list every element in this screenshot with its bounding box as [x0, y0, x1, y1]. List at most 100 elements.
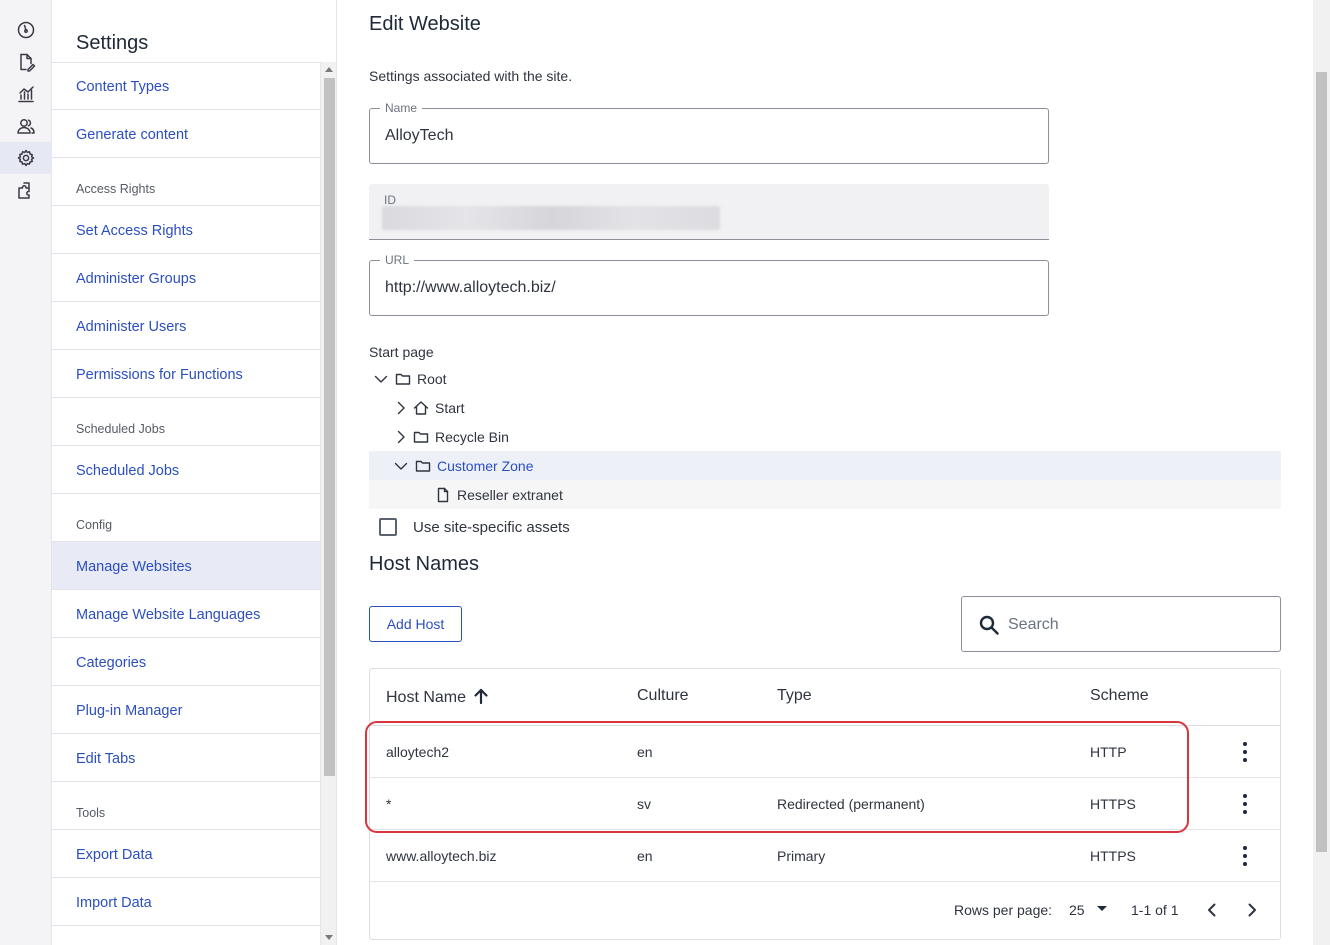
cell-culture: en — [637, 744, 653, 760]
cell-culture: sv — [637, 796, 651, 812]
page-scroll-thumb[interactable] — [1316, 72, 1327, 852]
tree-node-label: Recycle Bin — [435, 428, 509, 445]
nav-item-set-access-rights[interactable]: Set Access Rights — [52, 206, 320, 254]
cell-scheme: HTTPS — [1090, 848, 1136, 864]
sort-ascending-icon[interactable] — [472, 687, 490, 710]
page-scrollbar[interactable] — [1313, 0, 1330, 945]
nav-item-manage-websites[interactable]: Manage Websites — [52, 542, 320, 590]
dashboard-icon[interactable] — [0, 14, 52, 46]
page-title: Edit Website — [369, 13, 481, 35]
table-header: Host Name Culture Type Scheme — [370, 669, 1280, 726]
row-actions-kebab-icon[interactable] — [1241, 742, 1249, 762]
cell-type: Redirected (permanent) — [777, 796, 925, 812]
name-field[interactable]: Name AlloyTech — [369, 101, 1049, 164]
name-field-label: Name — [380, 101, 423, 115]
row-actions-kebab-icon[interactable] — [1241, 794, 1249, 814]
nav-item-export-data[interactable]: Export Data — [52, 830, 320, 878]
tree-node-label: Root — [417, 370, 447, 387]
nav-group-config: Config — [52, 494, 320, 542]
rows-per-page-caret-icon[interactable] — [1097, 906, 1107, 911]
tree-node-root[interactable]: Root — [369, 364, 1281, 393]
previous-page-button[interactable] — [1202, 900, 1222, 920]
site-assets-checkbox[interactable] — [379, 518, 397, 536]
site-assets-option[interactable]: Use site-specific assets — [379, 518, 570, 536]
settings-nav: Settings Content Types Generate content Ac… — [52, 0, 337, 945]
table-row[interactable]: * sv Redirected (permanent) HTTPS — [370, 778, 1280, 830]
nav-item-manage-website-languages[interactable]: Manage Website Languages — [52, 590, 320, 638]
cell-host: www.alloytech.biz — [386, 848, 497, 864]
tree-node-label: Reseller extranet — [457, 486, 563, 503]
cell-host: * — [386, 796, 392, 812]
id-field-label: ID — [384, 193, 396, 207]
app-root: Settings Content Types Generate content Ac… — [0, 0, 1330, 945]
folder-icon — [415, 460, 431, 472]
chevron-left-icon — [1208, 903, 1216, 917]
nav-group-access-rights: Access Rights — [52, 158, 320, 206]
tree-node-start[interactable]: Start — [369, 393, 1281, 422]
next-page-button[interactable] — [1242, 900, 1262, 920]
rows-per-page-label: Rows per page: — [954, 902, 1053, 918]
scroll-down-arrow[interactable] — [325, 935, 333, 940]
nav-item-permissions-for-functions[interactable]: Permissions for Functions — [52, 350, 320, 398]
column-header-host-name[interactable]: Host Name — [386, 687, 490, 710]
edit-page-icon[interactable] — [0, 46, 52, 78]
host-search-input[interactable] — [1008, 611, 1258, 639]
chevron-right-icon[interactable] — [393, 429, 409, 445]
column-header-scheme[interactable]: Scheme — [1090, 687, 1149, 705]
nav-scrollbar[interactable] — [320, 62, 336, 945]
nav-item-administer-users[interactable]: Administer Users — [52, 302, 320, 350]
site-assets-label: Use site-specific assets — [413, 518, 570, 536]
icon-rail — [0, 0, 52, 945]
tree-node-label: Start — [435, 399, 465, 416]
nav-group-tools: Tools — [52, 782, 320, 830]
start-page-label: Start page — [369, 344, 434, 360]
tree-node-reseller-extranet[interactable]: Reseller extranet — [369, 480, 1281, 509]
nav-item-scheduled-jobs[interactable]: Scheduled Jobs — [52, 446, 320, 494]
nav-item-generate-content[interactable]: Generate content — [52, 110, 320, 158]
nav-item-edit-tabs[interactable]: Edit Tabs — [52, 734, 320, 782]
scroll-up-arrow[interactable] — [325, 67, 333, 72]
nav-item-administer-groups[interactable]: Administer Groups — [52, 254, 320, 302]
page-subtitle: Settings associated with the site. — [369, 68, 573, 84]
url-field-label: URL — [380, 253, 415, 267]
settings-gear-icon[interactable] — [0, 142, 52, 174]
row-actions-kebab-icon[interactable] — [1241, 846, 1249, 866]
chevron-right-icon — [1248, 903, 1256, 917]
add-host-button[interactable]: Add Host — [369, 606, 462, 642]
reports-icon[interactable] — [0, 78, 52, 110]
table-pagination: Rows per page: 25 1-1 of 1 — [370, 896, 1280, 924]
id-field: ID — [369, 184, 1049, 240]
pagination-range: 1-1 of 1 — [1131, 902, 1179, 918]
column-header-type[interactable]: Type — [777, 687, 812, 705]
users-icon[interactable] — [0, 110, 52, 142]
cell-type: Primary — [777, 848, 826, 864]
tree-node-recycle-bin[interactable]: Recycle Bin — [369, 422, 1281, 451]
addons-puzzle-icon[interactable] — [0, 174, 52, 206]
cell-culture: en — [637, 848, 653, 864]
nav-item-plug-in-manager[interactable]: Plug-in Manager — [52, 686, 320, 734]
search-icon — [979, 615, 999, 635]
nav-scroll-thumb[interactable] — [324, 78, 335, 776]
chevron-down-icon[interactable] — [393, 458, 409, 474]
url-field[interactable]: URL http://www.alloytech.biz/ — [369, 253, 1049, 316]
chevron-right-icon[interactable] — [393, 400, 409, 416]
page-icon — [437, 487, 449, 502]
table-row[interactable]: www.alloytech.biz en Primary HTTPS — [370, 830, 1280, 882]
column-header-label: Host Name — [386, 689, 467, 706]
nav-item-categories[interactable]: Categories — [52, 638, 320, 686]
nav-item-content-types[interactable]: Content Types — [52, 62, 320, 110]
nav-item-import-data[interactable]: Import Data — [52, 878, 320, 926]
settings-nav-list: Content Types Generate content Access Righ… — [52, 62, 320, 926]
cell-scheme: HTTP — [1090, 744, 1127, 760]
id-redacted-value — [382, 206, 720, 230]
name-field-value: AlloyTech — [385, 127, 454, 144]
host-names-title: Host Names — [369, 553, 480, 575]
url-field-value: http://www.alloytech.biz/ — [385, 279, 556, 296]
chevron-down-icon[interactable] — [373, 371, 389, 387]
rows-per-page-select[interactable]: 25 — [1069, 902, 1085, 918]
host-search-box[interactable] — [961, 596, 1281, 652]
tree-node-customer-zone[interactable]: Customer Zone — [369, 451, 1281, 480]
host-names-table: Host Name Culture Type Scheme alloytech2… — [369, 668, 1281, 940]
column-header-culture[interactable]: Culture — [637, 687, 689, 705]
table-row[interactable]: alloytech2 en HTTP — [370, 726, 1280, 778]
